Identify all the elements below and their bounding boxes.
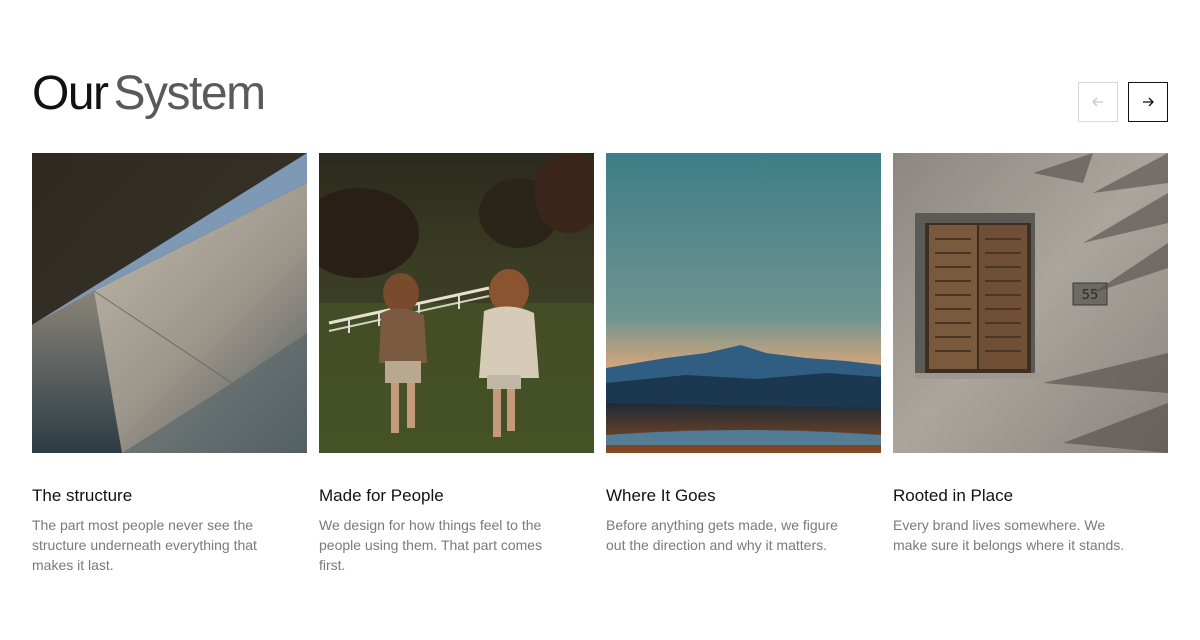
card-image xyxy=(319,153,594,453)
card-title: Made for People xyxy=(319,486,444,505)
card-carousel: The structure The part most people never… xyxy=(32,153,1168,575)
arrow-right-icon xyxy=(1143,97,1154,107)
next-button[interactable] xyxy=(1128,82,1168,122)
card-title: The structure xyxy=(32,486,133,505)
card-description: The part most people never see the struc… xyxy=(32,517,257,573)
concrete-architecture-photo xyxy=(32,153,307,453)
card-structure[interactable]: The structure The part most people never… xyxy=(32,153,307,575)
card-description: Before anything gets made, we figure out… xyxy=(606,517,838,553)
two-girls-running-field-photo xyxy=(319,153,594,453)
house-number-plaque: 55 xyxy=(1082,288,1099,303)
title-secondary: System xyxy=(113,67,267,120)
title-primary: Our xyxy=(32,67,109,120)
section-title: Our System xyxy=(32,64,1168,124)
arrow-left-icon xyxy=(1092,97,1103,107)
mountain-sunset-landscape-photo xyxy=(606,153,881,453)
wooden-shutter-window-wall-photo: 55 xyxy=(893,153,1168,453)
prev-button[interactable] xyxy=(1078,82,1118,122)
card-description: Every brand lives somewhere. We make sur… xyxy=(893,517,1125,553)
card-direction[interactable]: Where It Goes Before anything gets made,… xyxy=(606,153,881,575)
section-header: Our System xyxy=(32,64,1168,124)
card-image: 55 xyxy=(893,153,1168,453)
card-description: We design for how things feel to the peo… xyxy=(319,517,543,573)
card-title: Rooted in Place xyxy=(893,486,1014,505)
card-image xyxy=(606,153,881,453)
card-image xyxy=(32,153,307,453)
carousel-nav xyxy=(1078,82,1168,122)
card-people[interactable]: Made for People We design for how things… xyxy=(319,153,594,575)
card-title: Where It Goes xyxy=(606,486,716,505)
card-place[interactable]: 55 Rooted in Place Every brand lives som… xyxy=(893,153,1168,575)
